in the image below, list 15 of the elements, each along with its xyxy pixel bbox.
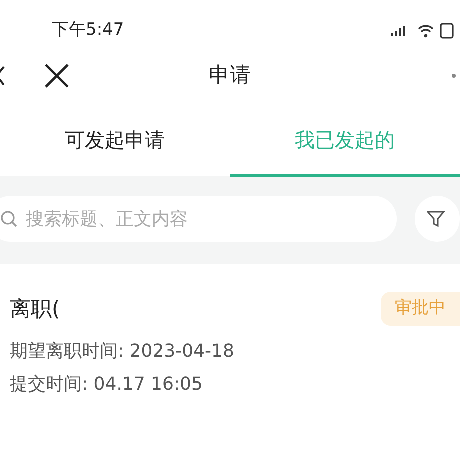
filter-button[interactable] <box>415 196 460 242</box>
status-time: 下午5:47 <box>52 19 124 42</box>
tab[interactable]: 可发起申请 <box>65 125 165 155</box>
search-field[interactable]: 搜索标题、正文内容 <box>0 196 398 242</box>
request-detail: 期望离职时间: 2023-04-18 <box>10 340 236 364</box>
page-title: 申请 <box>209 62 251 90</box>
more-icon[interactable] <box>452 74 456 78</box>
filter-icon <box>427 210 446 228</box>
request-detail: 提交时间: 04.17 16:05 <box>10 372 204 396</box>
status-badge: 审批中 <box>381 292 460 326</box>
search-icon <box>0 210 18 228</box>
request-title: 离职( <box>10 296 60 323</box>
wifi-icon <box>418 24 434 38</box>
battery-icon <box>440 23 454 39</box>
close-icon[interactable] <box>44 63 70 89</box>
